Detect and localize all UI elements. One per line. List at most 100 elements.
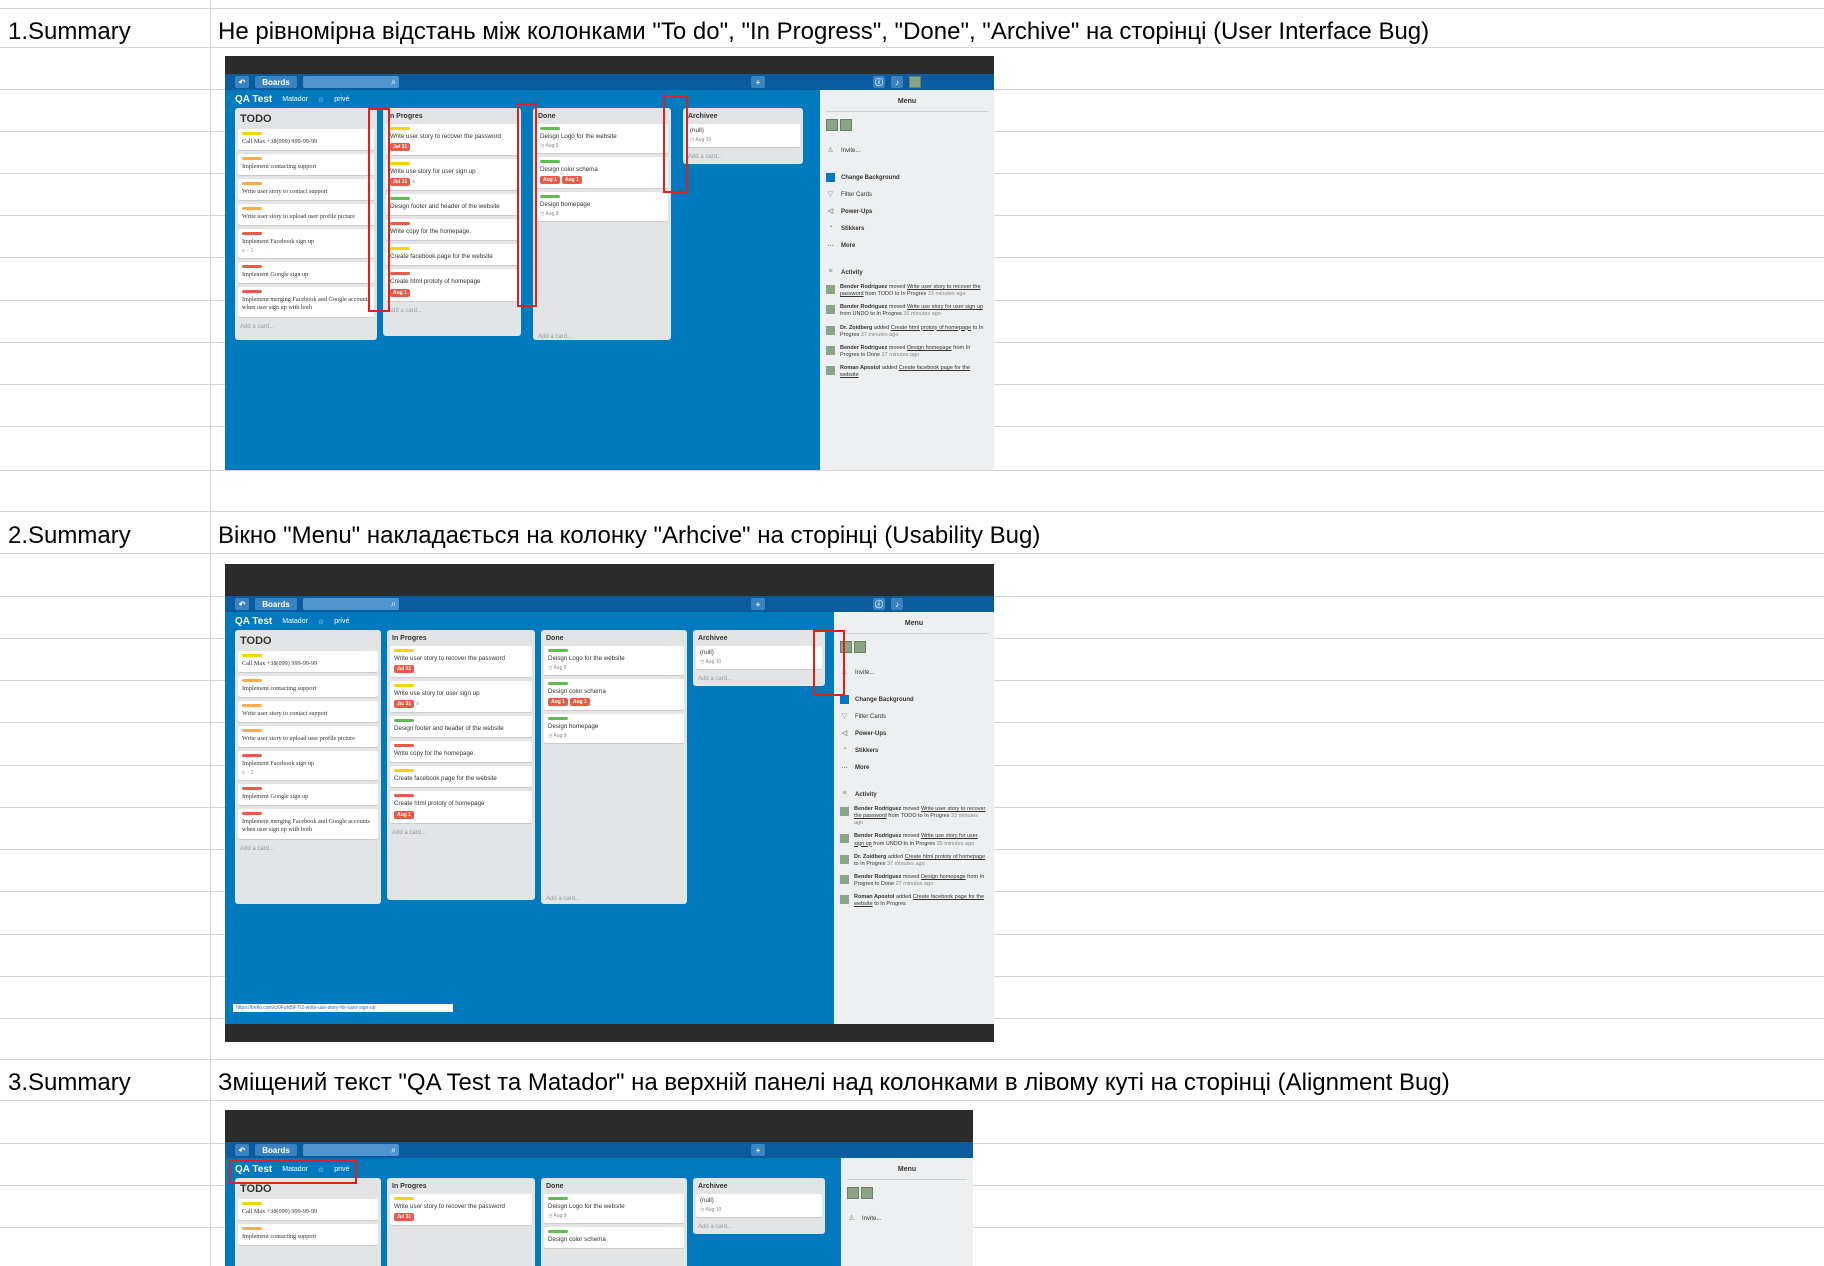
row-label-1[interactable]: 1.Summary	[8, 18, 131, 46]
activity-user[interactable]: Bender Rodriguez	[854, 833, 901, 839]
activity-user[interactable]: Dr. Zoidberg	[854, 854, 886, 860]
menu-item-stickers[interactable]: ◔ Stikkers	[820, 220, 994, 237]
avatar[interactable]	[847, 1187, 859, 1199]
card[interactable]: Write user story to recover the password…	[390, 646, 532, 678]
card[interactable]: Write user story to upload user profile …	[238, 726, 378, 748]
activity-user[interactable]: Bender Rodriguez	[854, 874, 901, 880]
card[interactable]: Implement Facebook sign up ≡ ◌ 1	[238, 751, 378, 781]
card[interactable]: Implement Google sign up	[238, 262, 374, 284]
card[interactable]: (null) ◷ Aug 10	[686, 124, 800, 148]
avatar[interactable]	[854, 641, 866, 653]
avatar[interactable]	[909, 76, 921, 88]
activity-user[interactable]: Roman Apostol	[854, 894, 894, 900]
bell-icon[interactable]: ♪	[891, 76, 903, 88]
activity-user[interactable]: Bender Rodriguez	[840, 304, 887, 310]
row-summary-2[interactable]: Вікно "Menu" накладається на колонку "Ar…	[218, 522, 1040, 550]
add-card-link[interactable]: Add a card...	[686, 151, 800, 163]
card[interactable]: Deisgn Logo for the website ◷ Aug 9	[536, 124, 668, 154]
card[interactable]: Create facebook page for the website	[386, 244, 518, 266]
boards-button[interactable]: Boards	[255, 598, 297, 610]
star-icon[interactable]: ☆	[318, 96, 324, 104]
card[interactable]: Design color schema Aug 1 Aug 1	[544, 679, 684, 711]
list-title[interactable]: Done	[544, 1181, 684, 1194]
search-input[interactable]: ⌕	[303, 598, 399, 610]
card[interactable]: (null) ◷ Aug 10	[696, 646, 822, 670]
avatar[interactable]	[826, 119, 838, 131]
add-icon[interactable]: +	[751, 76, 765, 88]
star-icon[interactable]: ☆	[318, 618, 324, 626]
menu-item-more[interactable]: … More	[820, 237, 994, 254]
add-card-link[interactable]: Add a card...	[696, 673, 822, 685]
row-label-2[interactable]: 2.Summary	[8, 522, 131, 550]
card[interactable]: Write user story to contact support	[238, 701, 378, 723]
card[interactable]: Deisgn Logo for the website ◷ Aug 9	[544, 646, 684, 676]
card[interactable]: Design color schema Aug 1 Aug 1	[536, 157, 668, 189]
menu-item-power-ups[interactable]: ◁ Power-Ups	[820, 203, 994, 220]
card[interactable]: Design homepage ◷ Aug 9	[536, 192, 668, 222]
add-icon[interactable]: +	[751, 598, 765, 610]
row-label-3[interactable]: 3.Summary	[8, 1069, 131, 1097]
add-card-link[interactable]: Add a card...	[696, 1221, 822, 1233]
card[interactable]: Write copy for the homepage.	[386, 219, 518, 241]
invite-link[interactable]: ♙ Invite...	[820, 142, 994, 159]
list-title[interactable]: TODO	[238, 633, 378, 651]
add-card-link[interactable]: Add a card...	[544, 893, 684, 905]
activity-user[interactable]: Bender Rodriguez	[840, 284, 887, 290]
card[interactable]: Design color schema	[544, 1227, 684, 1249]
back-icon[interactable]: ↶	[235, 76, 249, 88]
back-icon[interactable]: ↶	[235, 598, 249, 610]
card[interactable]: Write copy for the homepage.	[390, 741, 532, 763]
avatar[interactable]	[840, 119, 852, 131]
board-visibility[interactable]: privé	[334, 618, 349, 625]
info-icon[interactable]: ⓘ	[873, 76, 885, 88]
activity-user[interactable]: Dr. Zoidberg	[840, 325, 872, 331]
list-title[interactable]: Archivee	[696, 633, 822, 646]
add-card-link[interactable]: Add a card...	[386, 305, 518, 317]
add-card-link[interactable]: Add a card...	[238, 843, 378, 855]
board-title[interactable]: QA Test	[235, 616, 272, 627]
board-title[interactable]: QA Test	[235, 94, 272, 105]
list-title[interactable]: Done	[544, 633, 684, 646]
card[interactable]: Call Max +38(099) 999-99-99	[238, 651, 378, 673]
list-title[interactable]: In Progres	[386, 111, 518, 124]
card[interactable]: Implement contacting support	[238, 154, 374, 176]
card[interactable]: Implement merging Facebook and Google ac…	[238, 287, 374, 317]
card[interactable]: Implement contacting support	[238, 676, 378, 698]
bell-icon[interactable]: ♪	[891, 598, 903, 610]
list-title[interactable]: Archivee	[686, 111, 800, 124]
board-team[interactable]: Matador	[282, 96, 308, 103]
menu-item-stickers[interactable]: ◔ Stikkers	[834, 742, 994, 759]
list-title[interactable]: Archivee	[696, 1181, 822, 1194]
activity-user[interactable]: Bender Rodriguez	[854, 806, 901, 812]
card[interactable]: Design footer and header of the website	[386, 194, 518, 216]
search-input[interactable]: ⌕	[303, 76, 399, 88]
invite-link[interactable]: ♙ Invite...	[841, 1210, 973, 1227]
card[interactable]: Deisgn Logo for the website ◷ Aug 9	[544, 1194, 684, 1224]
list-title[interactable]: In Progres	[390, 1181, 532, 1194]
activity-card-link[interactable]: Create html prototy of homepage	[891, 325, 971, 331]
card[interactable]: Write use story for user sign up Jul 31 ≡	[390, 681, 532, 713]
card[interactable]: Implement merging Facebook and Google ac…	[238, 809, 378, 839]
menu-item-filter-cards[interactable]: ▽ Filter Cards	[834, 708, 994, 725]
board-visibility[interactable]: privé	[334, 96, 349, 103]
card[interactable]: Implement Google sign up	[238, 784, 378, 806]
card[interactable]: Call Max +38(099) 999-99-99	[238, 1199, 378, 1221]
list-title[interactable]: TODO	[238, 111, 374, 129]
boards-button[interactable]: Boards	[255, 76, 297, 88]
card[interactable]: Call Max +38(099) 999-99-99	[238, 129, 374, 151]
row-summary-1[interactable]: Не рівномірна відстань між колонками "To…	[218, 18, 1429, 46]
info-icon[interactable]: ⓘ	[873, 598, 885, 610]
list-title[interactable]: Done	[536, 111, 668, 124]
activity-card-link[interactable]: Design homepage	[921, 874, 966, 880]
card[interactable]: Create html prototy of homepage Aug 1	[390, 791, 532, 823]
menu-item-filter-cards[interactable]: ▽ Filter Cards	[820, 186, 994, 203]
menu-item-more[interactable]: … More	[834, 759, 994, 776]
add-card-link[interactable]: Add a card...	[238, 321, 374, 333]
add-card-link[interactable]: Add a card...	[390, 827, 532, 839]
card[interactable]: Write user story to recover the password…	[386, 124, 518, 156]
card[interactable]: Design homepage ◷ Aug 9	[544, 714, 684, 744]
add-card-link[interactable]: Add a card...	[536, 331, 668, 343]
menu-item-power-ups[interactable]: ◁ Power-Ups	[834, 725, 994, 742]
invite-link[interactable]: ♙ Invite...	[834, 664, 994, 681]
card[interactable]: Design footer and header of the website	[390, 716, 532, 738]
